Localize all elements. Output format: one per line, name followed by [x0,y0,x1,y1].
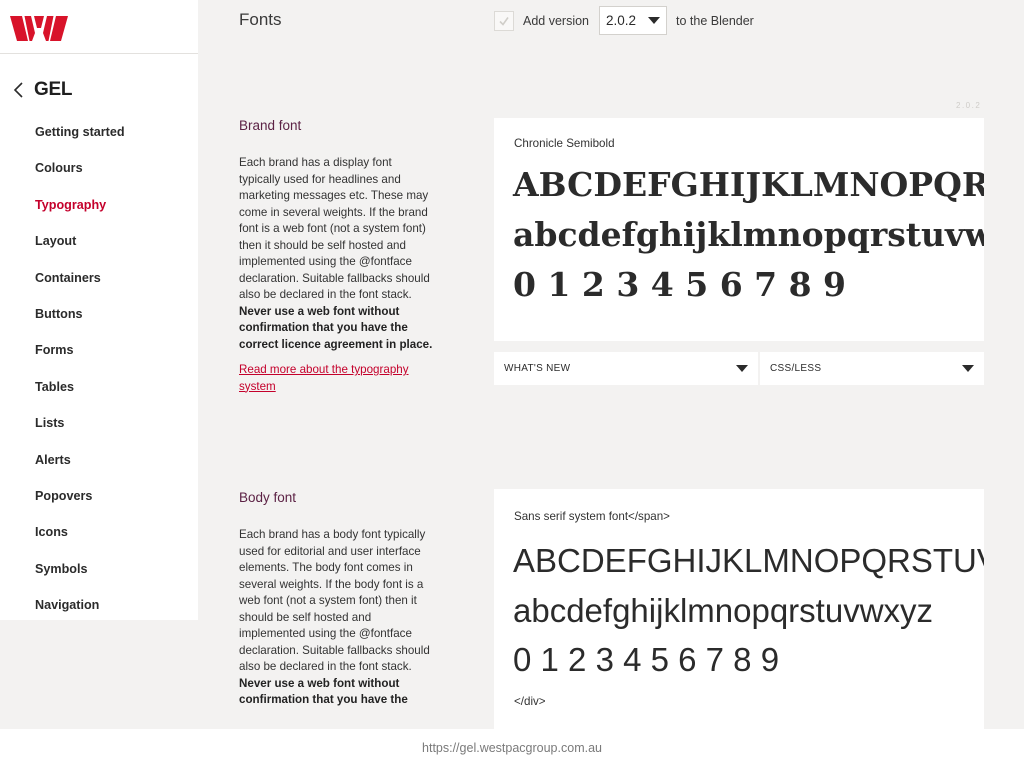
sidebar: GEL Getting started Colours Typography L… [0,0,198,620]
page-title: Fonts [239,10,282,29]
add-version-bar: Add version 2.0.2 to the Blender [494,6,754,35]
sidebar-item-forms[interactable]: Forms [35,342,125,378]
sidebar-item-alerts[interactable]: Alerts [35,452,125,488]
sidebar-item-colours[interactable]: Colours [35,160,125,196]
check-icon [499,16,509,26]
sidebar-item-buttons[interactable]: Buttons [35,306,125,342]
caret-down-icon [962,365,974,372]
version-select-value: 2.0.2 [606,13,637,28]
add-version-checkbox[interactable] [494,10,514,31]
brand-font-digits-sample: 0 1 2 3 4 5 6 7 8 9 [513,265,847,304]
gel-title: GEL [34,79,73,100]
sidebar-item-layout[interactable]: Layout [35,233,125,269]
add-version-label: Add version [523,13,590,28]
logo-area [0,0,198,54]
sidebar-item-lists[interactable]: Lists [35,415,125,451]
caret-down-icon [736,365,748,372]
body-font-lowercase-sample: abcdefghijklmnopqrstuvwxyz [513,592,934,629]
source-url: https://gel.westpacgroup.com.au [422,741,602,755]
body-font-closing-tag: </div> [514,695,546,708]
sidebar-item-symbols[interactable]: Symbols [35,561,125,597]
blender-label: to the Blender [676,13,754,28]
css-less-label: CSS/LESS [770,363,822,374]
code-dropdowns: WHAT'S NEW CSS/LESS [494,352,984,385]
sidebar-item-getting-started[interactable]: Getting started [35,124,125,160]
body-font-card: Sans serif system font</span> ABCDEFGHIJ… [494,489,984,729]
body-font-digits-sample: 0 1 2 3 4 5 6 7 8 9 [513,641,780,678]
body-font-title: Body font [239,490,297,505]
body-font-card-label: Sans serif system font</span> [514,510,670,523]
body-font-description: Each brand has a body font typically use… [239,527,434,709]
body-font-description-text: Each brand has a body font typically use… [239,528,430,673]
sidebar-nav: Getting started Colours Typography Layou… [35,124,125,633]
version-tag: 2.0.2 [956,101,982,110]
caret-down-icon [648,17,661,24]
whats-new-label: WHAT'S NEW [504,363,571,374]
brand-font-lowercase-sample: abcdefghijklmnopqrstuvwxyz [513,215,984,254]
read-more-typography-link[interactable]: Read more about the typography system [239,362,434,395]
brand-font-description-text: Each brand has a display font typically … [239,156,430,301]
body-font-uppercase-sample: ABCDEFGHIJKLMNOPQRSTUVWXYZ [513,542,984,579]
brand-font-uppercase-sample: ABCDEFGHIJKLMNOPQRSTUVWXYZ [513,165,984,204]
brand-font-title: Brand font [239,118,302,133]
brand-font-card-label: Chronicle Semibold [514,137,615,150]
sidebar-item-containers[interactable]: Containers [35,270,125,306]
sidebar-item-typography[interactable]: Typography [35,197,125,233]
brand-font-card: Chronicle Semibold ABCDEFGHIJKLMNOPQRSTU… [494,118,984,341]
sidebar-item-icons[interactable]: Icons [35,524,125,560]
chevron-left-icon [13,82,23,98]
body-font-warning: Never use a web font without confirmatio… [239,676,408,707]
version-select[interactable]: 2.0.2 [599,6,668,35]
brand-font-description: Each brand has a display font typically … [239,155,434,395]
brand-font-warning: Never use a web font without confirmatio… [239,304,433,351]
sidebar-item-tables[interactable]: Tables [35,379,125,415]
westpac-logo[interactable] [10,16,68,41]
css-less-dropdown[interactable]: CSS/LESS [760,352,984,385]
sidebar-item-popovers[interactable]: Popovers [35,488,125,524]
whats-new-dropdown[interactable]: WHAT'S NEW [494,352,758,385]
back-to-gel-link[interactable]: GEL [12,79,72,101]
sidebar-item-navigation[interactable]: Navigation [35,597,125,633]
